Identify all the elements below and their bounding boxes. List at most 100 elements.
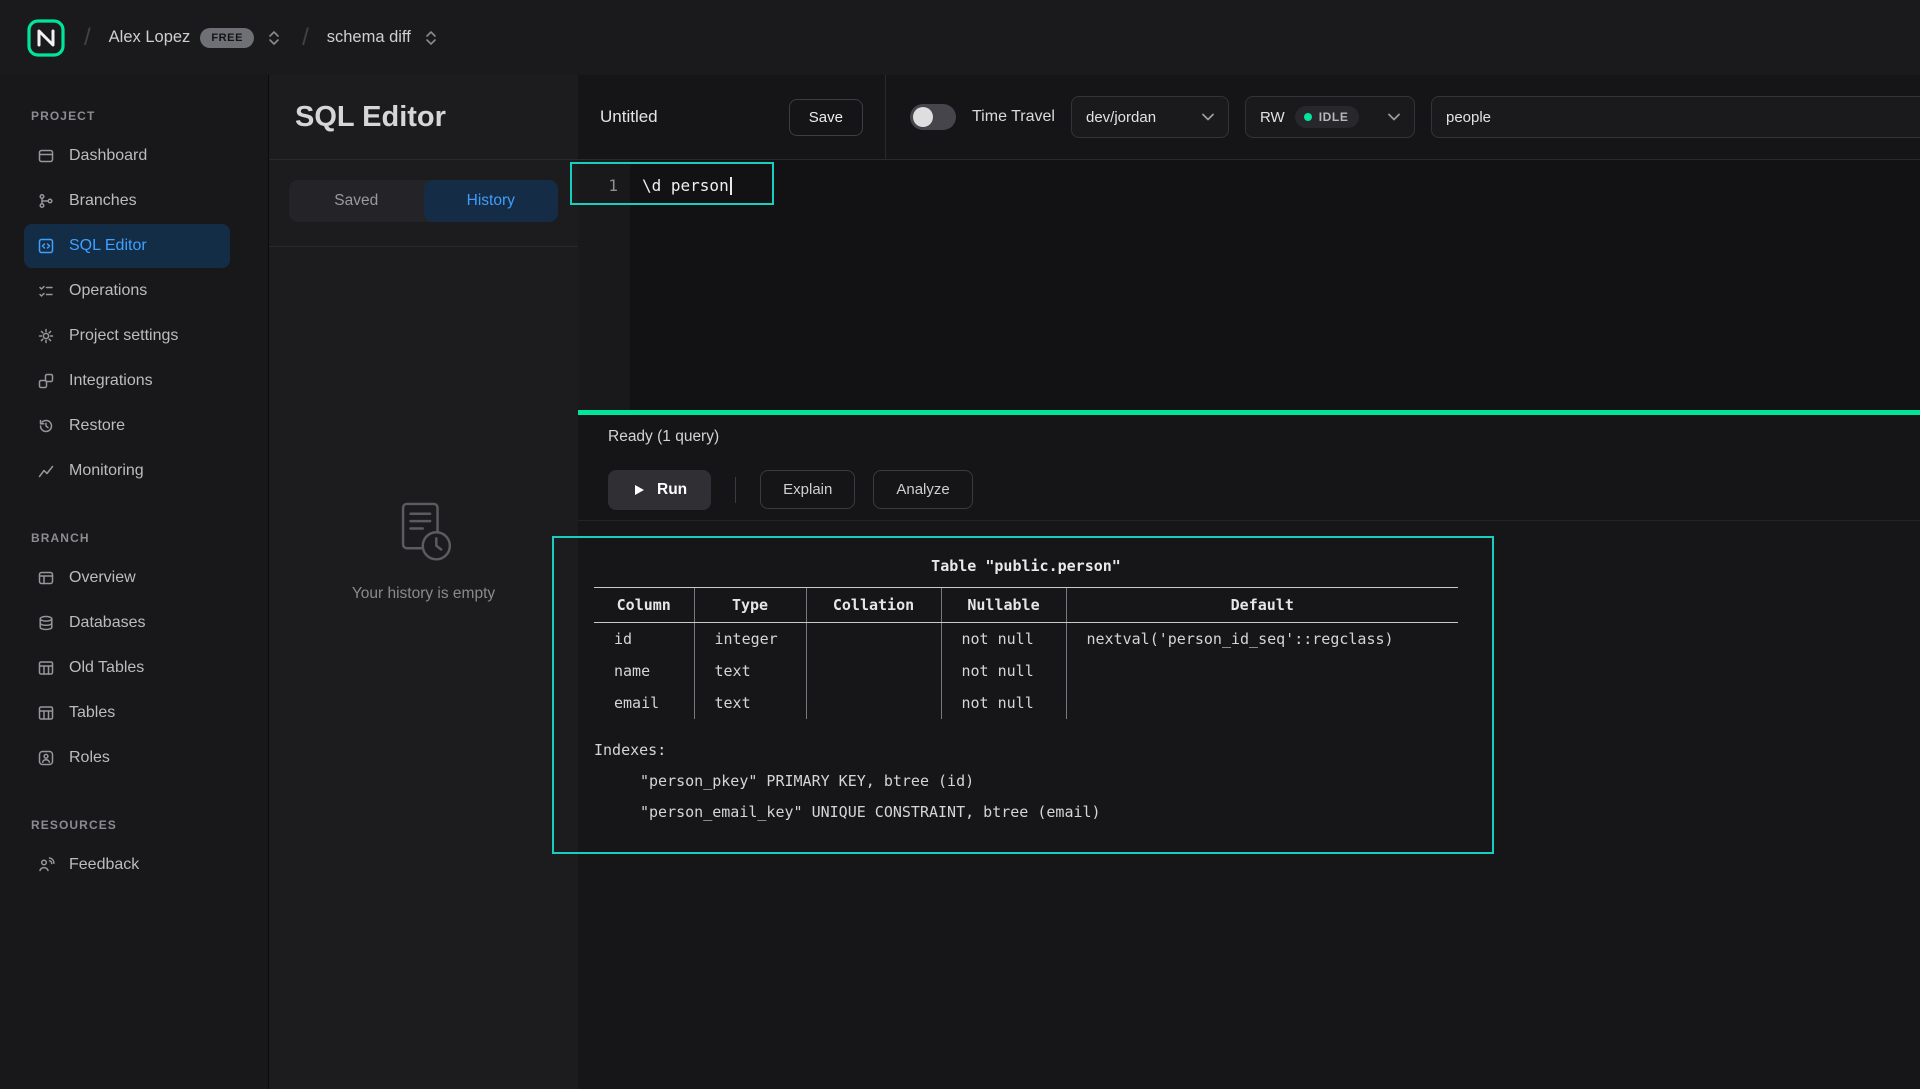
- overview-icon: [37, 569, 55, 587]
- run-button-label: Run: [657, 481, 687, 499]
- table-row: name text not null: [594, 655, 1458, 687]
- sidebar-item-label: Dashboard: [69, 147, 147, 165]
- sidebar-item-label: Monitoring: [69, 462, 144, 480]
- sidebar-item-branches[interactable]: Branches: [24, 179, 230, 223]
- chevron-down-icon: [1388, 113, 1400, 121]
- history-panel: SQL Editor Saved History Your history is…: [268, 75, 578, 1089]
- sidebar-item-feedback[interactable]: Feedback: [24, 843, 230, 887]
- compute-status-text: IDLE: [1319, 110, 1349, 124]
- project-name[interactable]: schema diff: [327, 28, 411, 47]
- cell: not null: [941, 687, 1066, 719]
- sidebar-item-overview[interactable]: Overview: [24, 556, 230, 600]
- sidebar-item-dashboard[interactable]: Dashboard: [24, 134, 230, 178]
- actions-bar: Run Explain Analyze: [578, 459, 1920, 521]
- restore-icon: [37, 417, 55, 435]
- breadcrumb-separator: /: [82, 24, 93, 52]
- sidebar-item-tables[interactable]: Tables: [24, 691, 230, 735]
- sidebar-section-branch: BRANCH Overview Databases Old Tables Tab…: [0, 531, 268, 780]
- play-icon: [632, 483, 646, 497]
- project-selector-icon[interactable]: [421, 28, 441, 48]
- results-output: Table "public.person" Column Type Collat…: [578, 521, 1474, 827]
- empty-history-icon: [392, 499, 456, 563]
- result-header-row: Column Type Collation Nullable Default: [594, 588, 1458, 623]
- column-header: Column: [594, 588, 694, 623]
- cell: [1066, 655, 1458, 687]
- cell: nextval('person_id_seq'::regclass): [1066, 623, 1458, 656]
- toggle-knob: [913, 107, 933, 127]
- sidebar-item-restore[interactable]: Restore: [24, 404, 230, 448]
- column-header: Nullable: [941, 588, 1066, 623]
- run-button[interactable]: Run: [608, 470, 711, 510]
- sidebar: PROJECT Dashboard Branches SQL Editor Op…: [0, 75, 268, 1089]
- section-label: BRANCH: [0, 531, 268, 555]
- sidebar-item-label: SQL Editor: [69, 237, 147, 255]
- indexes-label: Indexes:: [594, 735, 1474, 766]
- result-table-title: Table "public.person": [594, 557, 1458, 575]
- sidebar-item-label: Feedback: [69, 856, 139, 874]
- table-icon: [37, 659, 55, 677]
- sidebar-item-roles[interactable]: Roles: [24, 736, 230, 780]
- section-label: PROJECT: [0, 109, 268, 133]
- roles-icon: [37, 749, 55, 767]
- status-bar: Ready (1 query): [578, 415, 1920, 459]
- editor-toolbar: Untitled Save Time Travel dev/jordan RW: [578, 75, 1920, 160]
- cell: [806, 687, 941, 719]
- sidebar-item-project-settings[interactable]: Project settings: [24, 314, 230, 358]
- column-header: Collation: [806, 588, 941, 623]
- user-name[interactable]: Alex Lopez: [109, 28, 191, 47]
- sidebar-item-old-tables[interactable]: Old Tables: [24, 646, 230, 690]
- compute-select[interactable]: RW IDLE: [1245, 96, 1415, 138]
- database-select[interactable]: people: [1431, 96, 1920, 138]
- sidebar-item-databases[interactable]: Databases: [24, 601, 230, 645]
- cell: [806, 623, 941, 656]
- tab-history[interactable]: History: [424, 180, 559, 222]
- breadcrumb-project: schema diff: [327, 28, 441, 48]
- analyze-button[interactable]: Analyze: [873, 470, 972, 509]
- history-empty-state: Your history is empty: [269, 247, 578, 1089]
- empty-history-text: Your history is empty: [352, 585, 495, 603]
- breadcrumb-user: Alex Lopez FREE: [109, 28, 284, 48]
- sql-editor-main: Untitled Save Time Travel dev/jordan RW: [578, 75, 1920, 1089]
- sidebar-item-label: Operations: [69, 282, 147, 300]
- status-text: Ready (1 query): [608, 428, 719, 446]
- sidebar-item-label: Old Tables: [69, 659, 144, 677]
- neon-logo-icon[interactable]: [26, 18, 66, 58]
- database-select-value: people: [1446, 109, 1491, 126]
- sidebar-item-monitoring[interactable]: Monitoring: [24, 449, 230, 493]
- tabs-wrap: Saved History: [269, 160, 578, 247]
- column-header: Type: [694, 588, 806, 623]
- sidebar-item-label: Restore: [69, 417, 125, 435]
- sql-editor-icon: [37, 237, 55, 255]
- results-panel: Table "public.person" Column Type Collat…: [578, 521, 1920, 1089]
- sidebar-item-sql-editor[interactable]: SQL Editor: [24, 224, 230, 268]
- explain-button[interactable]: Explain: [760, 470, 855, 509]
- time-travel-toggle[interactable]: [910, 104, 956, 130]
- user-selector-icon[interactable]: [264, 28, 284, 48]
- sidebar-item-label: Databases: [69, 614, 146, 632]
- compute-select-value: RW: [1260, 109, 1285, 126]
- index-entry: "person_pkey" PRIMARY KEY, btree (id): [594, 766, 1474, 797]
- toolbar-left: Untitled Save: [578, 75, 886, 159]
- branch-select[interactable]: dev/jordan: [1071, 96, 1229, 138]
- code-area[interactable]: \d person: [630, 160, 732, 410]
- sidebar-section-project: PROJECT Dashboard Branches SQL Editor Op…: [0, 109, 268, 493]
- code-editor[interactable]: 1 \d person: [578, 160, 1920, 410]
- sidebar-item-integrations[interactable]: Integrations: [24, 359, 230, 403]
- query-title[interactable]: Untitled: [600, 107, 658, 127]
- cell: text: [694, 687, 806, 719]
- cell: [1066, 687, 1458, 719]
- section-label: RESOURCES: [0, 818, 268, 842]
- sidebar-item-operations[interactable]: Operations: [24, 269, 230, 313]
- column-header: Default: [1066, 588, 1458, 623]
- sidebar-item-label: Tables: [69, 704, 115, 722]
- cell: not null: [941, 623, 1066, 656]
- indexes-block: Indexes: "person_pkey" PRIMARY KEY, btre…: [594, 735, 1474, 827]
- branch-select-value: dev/jordan: [1086, 109, 1156, 126]
- page-title: SQL Editor: [269, 75, 578, 160]
- table-row: email text not null: [594, 687, 1458, 719]
- save-button[interactable]: Save: [789, 99, 863, 136]
- tab-saved[interactable]: Saved: [289, 180, 424, 222]
- toolbar-right: Time Travel dev/jordan RW IDLE: [886, 75, 1920, 159]
- gear-icon: [37, 327, 55, 345]
- text-cursor: [730, 177, 732, 195]
